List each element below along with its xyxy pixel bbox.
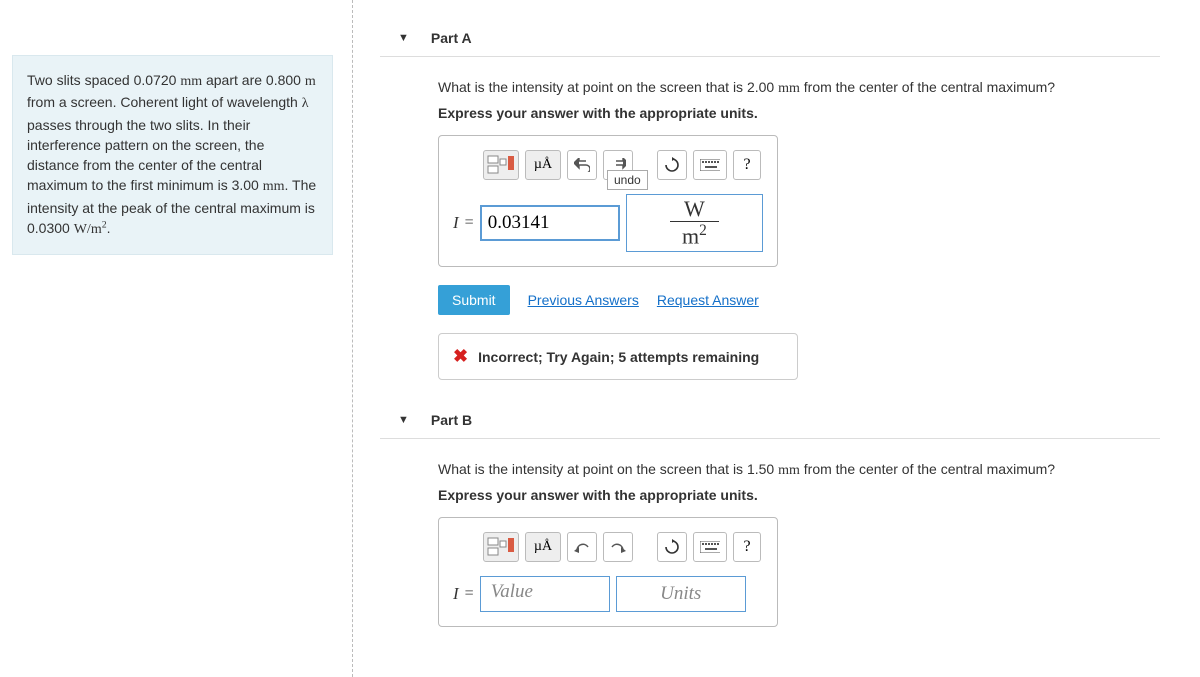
undo-icon (574, 158, 590, 172)
answer-toolbar: µÅ ? (483, 532, 763, 562)
vertical-divider (352, 0, 353, 677)
part-a-answer-card: µÅ ? undo I = (438, 135, 778, 267)
part-b-hint: Express your answer with the appropriate… (438, 487, 1148, 503)
part-a-header[interactable]: ▼ Part A (380, 20, 1160, 57)
template-icon (486, 153, 516, 177)
unit-mm: mm (180, 74, 202, 89)
help-button[interactable]: ? (733, 150, 761, 180)
lambda-symbol: λ (302, 96, 309, 111)
reset-icon (664, 539, 680, 555)
units-button[interactable]: µÅ (525, 532, 561, 562)
incorrect-icon: ✖ (453, 346, 468, 367)
text: . (107, 220, 111, 236)
template-icon (486, 535, 516, 559)
text: apart are 0.800 (202, 72, 305, 88)
part-a-title: Part A (431, 30, 472, 46)
part-b-header[interactable]: ▼ Part B (380, 402, 1160, 439)
units-box[interactable]: Units (616, 576, 746, 612)
reset-button[interactable] (657, 150, 687, 180)
template-button[interactable] (483, 150, 519, 180)
problem-statement: Two slits spaced 0.0720 mm apart are 0.8… (12, 55, 333, 255)
feedback-text: Incorrect; Try Again; 5 attempts remaini… (478, 349, 759, 365)
keyboard-icon (700, 541, 720, 553)
unit-denominator: m2 (672, 222, 717, 250)
reset-button[interactable] (657, 532, 687, 562)
previous-answers-link[interactable]: Previous Answers (528, 292, 639, 308)
unit-numerator: W (670, 197, 719, 222)
equals-sign: = (465, 585, 474, 603)
text: What is the intensity at point on the sc… (438, 461, 778, 477)
text: from the center of the central maximum? (800, 79, 1055, 95)
part-b-body: What is the intensity at point on the sc… (380, 439, 1160, 649)
reset-icon (664, 157, 680, 173)
problem-sidebar: Two slits spaced 0.0720 mm apart are 0.8… (0, 0, 345, 255)
keyboard-button[interactable] (693, 532, 727, 562)
part-b-answer-card: µÅ ? I = Value Units (438, 517, 778, 627)
submit-button[interactable]: Submit (438, 285, 510, 315)
part-a-body: What is the intensity at point on the sc… (380, 57, 1160, 402)
unit-mm: mm (778, 463, 800, 478)
equals-sign: = (465, 214, 474, 232)
units-box[interactable]: W m2 (626, 194, 763, 252)
unit-mm: mm (263, 179, 285, 194)
caret-down-icon: ▼ (398, 32, 409, 44)
part-b-prompt: What is the intensity at point on the sc… (438, 461, 1148, 479)
keyboard-button[interactable] (693, 150, 727, 180)
units-button[interactable]: µÅ (525, 150, 561, 180)
template-button[interactable] (483, 532, 519, 562)
redo-button[interactable] (603, 532, 633, 562)
unit-m: m (305, 74, 316, 89)
text: W/m (74, 222, 102, 237)
undo-button[interactable] (567, 532, 597, 562)
variable-label: I (453, 584, 459, 604)
part-a-prompt: What is the intensity at point on the sc… (438, 79, 1148, 97)
value-input[interactable] (480, 205, 620, 241)
undo-tooltip: undo (607, 170, 648, 190)
text: Two slits spaced 0.0720 (27, 72, 180, 88)
unit-wm2: W/m2 (74, 222, 107, 237)
redo-icon (610, 540, 626, 554)
main-content: ▼ Part A What is the intensity at point … (380, 20, 1160, 649)
keyboard-icon (700, 159, 720, 171)
text: 2 (699, 222, 707, 239)
text: from a screen. Coherent light of wavelen… (27, 94, 302, 110)
answer-row: I = W m2 (453, 194, 763, 252)
value-input[interactable]: Value (480, 576, 610, 612)
caret-down-icon: ▼ (398, 414, 409, 426)
help-button[interactable]: ? (733, 532, 761, 562)
text: passes through the two slits. In their i… (27, 117, 264, 194)
answer-row: I = Value Units (453, 576, 763, 612)
part-b-title: Part B (431, 412, 472, 428)
feedback-box: ✖ Incorrect; Try Again; 5 attempts remai… (438, 333, 798, 380)
variable-label: I (453, 213, 459, 233)
part-a-hint: Express your answer with the appropriate… (438, 105, 1148, 121)
action-row: Submit Previous Answers Request Answer (438, 285, 1148, 315)
text: from the center of the central maximum? (800, 461, 1055, 477)
text: What is the intensity at point on the sc… (438, 79, 778, 95)
unit-mm: mm (778, 81, 800, 96)
text: m (682, 223, 699, 248)
request-answer-link[interactable]: Request Answer (657, 292, 759, 308)
undo-button[interactable] (567, 150, 597, 180)
undo-icon (574, 540, 590, 554)
